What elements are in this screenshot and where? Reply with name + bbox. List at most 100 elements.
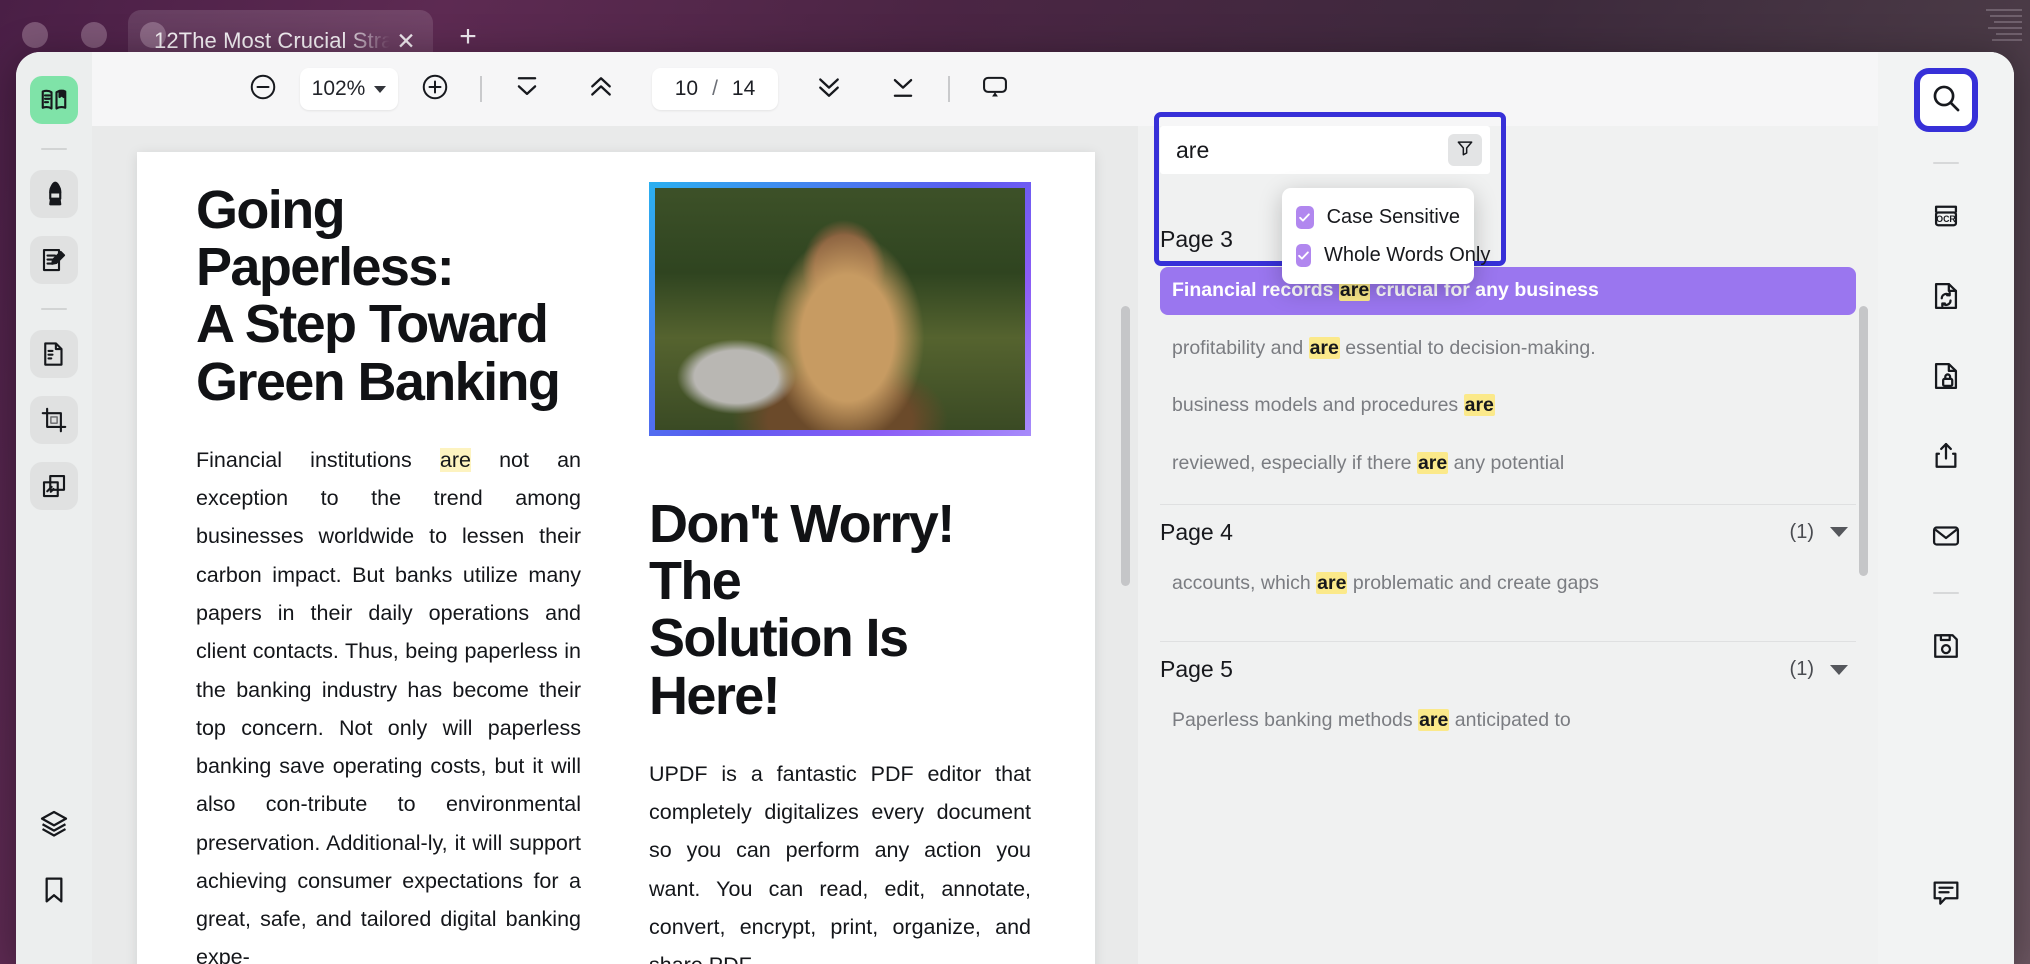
highlighter-icon [39,179,69,209]
document-lock-icon [1929,359,1963,398]
search-group-header-page-5[interactable]: Page 5 (1) [1138,642,1878,697]
svg-text:OCR: OCR [1936,214,1956,224]
new-tab-icon[interactable]: + [451,22,485,56]
document-scrollbar[interactable] [1121,306,1130,586]
result-match-0-1: are [1308,336,1340,359]
first-page-icon [512,72,542,107]
minimize-window-button[interactable] [81,22,107,48]
first-page-button[interactable] [504,66,550,112]
sidebar-item-reader-view[interactable] [30,76,78,124]
toolbar-controls: 102% 10 / 14 [240,66,1018,112]
sidebar-item-highlight-tool[interactable] [30,170,78,218]
viewer-toolbar: 102% 10 / 14 [92,52,2014,126]
zoom-level-select[interactable]: 102% [300,68,398,110]
body-left-pre: Financial institutions [196,447,440,472]
search-result-item[interactable]: Paperless banking methods are anticipate… [1160,697,1856,745]
search-result-item[interactable]: accounts, which are problematic and crea… [1160,560,1856,608]
search-filter-button[interactable] [1448,134,1482,166]
document-left-column: Going Paperless: A Step Toward Green Banki… [196,181,581,964]
pages-icon [39,339,69,369]
current-page-value: 10 [674,77,699,100]
result-post-0-1: essential to decision-making. [1339,336,1596,359]
search-result-item[interactable]: business models and procedures are [1160,382,1856,430]
chevron-down-icon-2[interactable] [1830,664,1848,675]
result-match-0-2: are [1463,394,1495,417]
total-pages-value: 14 [731,77,756,100]
chevron-down-icon[interactable] [1830,527,1848,538]
checkbox-checked-icon-2[interactable] [1296,243,1311,267]
hero-image-frame [649,182,1031,436]
previous-page-button[interactable] [578,66,624,112]
close-icon[interactable]: ✕ [393,28,419,54]
sidebar-item-ocr[interactable]: OCR [1918,190,1974,246]
layers-icon [38,808,70,840]
book-reader-icon [39,85,69,115]
sidebar-item-email[interactable] [1918,510,1974,566]
sidebar-item-comments[interactable] [1918,866,1974,922]
sidebar-item-crop-page[interactable] [30,396,78,444]
crop-icon [39,405,69,435]
document-body-right: UPDF is a fantastic PDF editor that comp… [649,761,1031,964]
checkbox-checked-icon[interactable] [1296,205,1314,229]
body-left-match: are [439,447,471,472]
share-icon [1929,439,1963,478]
zoom-in-icon [420,72,450,107]
updf-app-window: 102% 10 / 14 Going Paperless: A Step Tow… [16,52,2014,964]
result-pre-0-2: business models and procedures [1172,394,1464,417]
sidebar-item-share[interactable] [1918,430,1974,486]
page-number-input[interactable]: 10 / 14 [652,68,778,110]
presentation-mode-icon [978,70,1012,109]
search-result-item[interactable]: Financial records are crucial for any bu… [1160,267,1856,315]
bookmark-icon [38,874,70,906]
sidebar-item-search[interactable] [1920,74,1972,126]
convert-document-icon [1929,279,1963,318]
result-match-1-0: are [1316,571,1348,594]
tab-title: 12The Most Crucial Strateg [154,28,390,53]
sidebar-item-layers[interactable] [30,800,78,848]
search-group-header-page-4[interactable]: Page 4 (1) [1138,505,1878,560]
filter-option-whole-words-only[interactable]: Whole Words Only [1282,236,1490,274]
sidebar-item-compare-files[interactable] [30,462,78,510]
search-result-item[interactable]: profitability and are essential to decis… [1160,325,1856,373]
filter-option-case-sensitive[interactable]: Case Sensitive [1282,198,1474,236]
search-group-count-2: (1) [1789,658,1814,681]
sidebar-item-convert[interactable] [1918,270,1974,326]
filter-funnel-icon [1455,138,1475,163]
close-window-button[interactable] [22,22,48,48]
save-disk-icon [1929,629,1963,668]
search-result-item[interactable]: reviewed, especially if there are any po… [1160,440,1856,488]
search-group-meta-1: (1) [1790,521,1848,544]
sidebar-item-save[interactable] [1918,620,1974,676]
comment-icon [1929,875,1963,914]
search-results-list[interactable]: Page 3 Financial records are crucial for… [1138,212,1878,964]
document-heading-right: Don't Worry! The Solution Is Here! [649,494,955,726]
last-page-button[interactable] [880,66,926,112]
search-input[interactable] [1160,126,1490,174]
decorative-scribble-icon [1986,9,2022,41]
search-group-label-0: Page 3 [1160,226,1233,252]
next-page-icon [814,72,844,107]
sidebar-item-bookmarks[interactable] [30,866,78,914]
document-viewer[interactable]: Going Paperless: A Step Toward Green Banki… [92,126,1138,964]
right-tool-rail: OCR [1878,52,2014,964]
sidebar-item-protect[interactable] [1918,350,1974,406]
search-icon [1929,81,1963,120]
ocr-icon: OCR [1929,199,1963,238]
right-rail-divider [1933,162,1959,164]
last-page-icon [888,72,918,107]
sidebar-item-organize-pages[interactable] [30,330,78,378]
search-results-scrollbar[interactable] [1859,306,1868,576]
sidebar-item-annotate-tool[interactable] [30,236,78,284]
presentation-mode-button[interactable] [972,66,1018,112]
previous-page-icon [586,72,616,107]
search-group-header-page-3[interactable]: Page 3 [1138,212,1878,267]
man-with-laptop-photo [655,188,1025,430]
zoom-level-value: 102% [311,77,366,100]
rail-divider-2 [41,308,67,310]
zoom-out-button[interactable] [240,66,286,112]
result-post-2-0: anticipated to [1449,709,1571,732]
zoom-in-button[interactable] [412,66,458,112]
page-separator: / [712,77,718,100]
next-page-button[interactable] [806,66,852,112]
document-body-left: Financial institutions are not an except… [196,441,581,964]
